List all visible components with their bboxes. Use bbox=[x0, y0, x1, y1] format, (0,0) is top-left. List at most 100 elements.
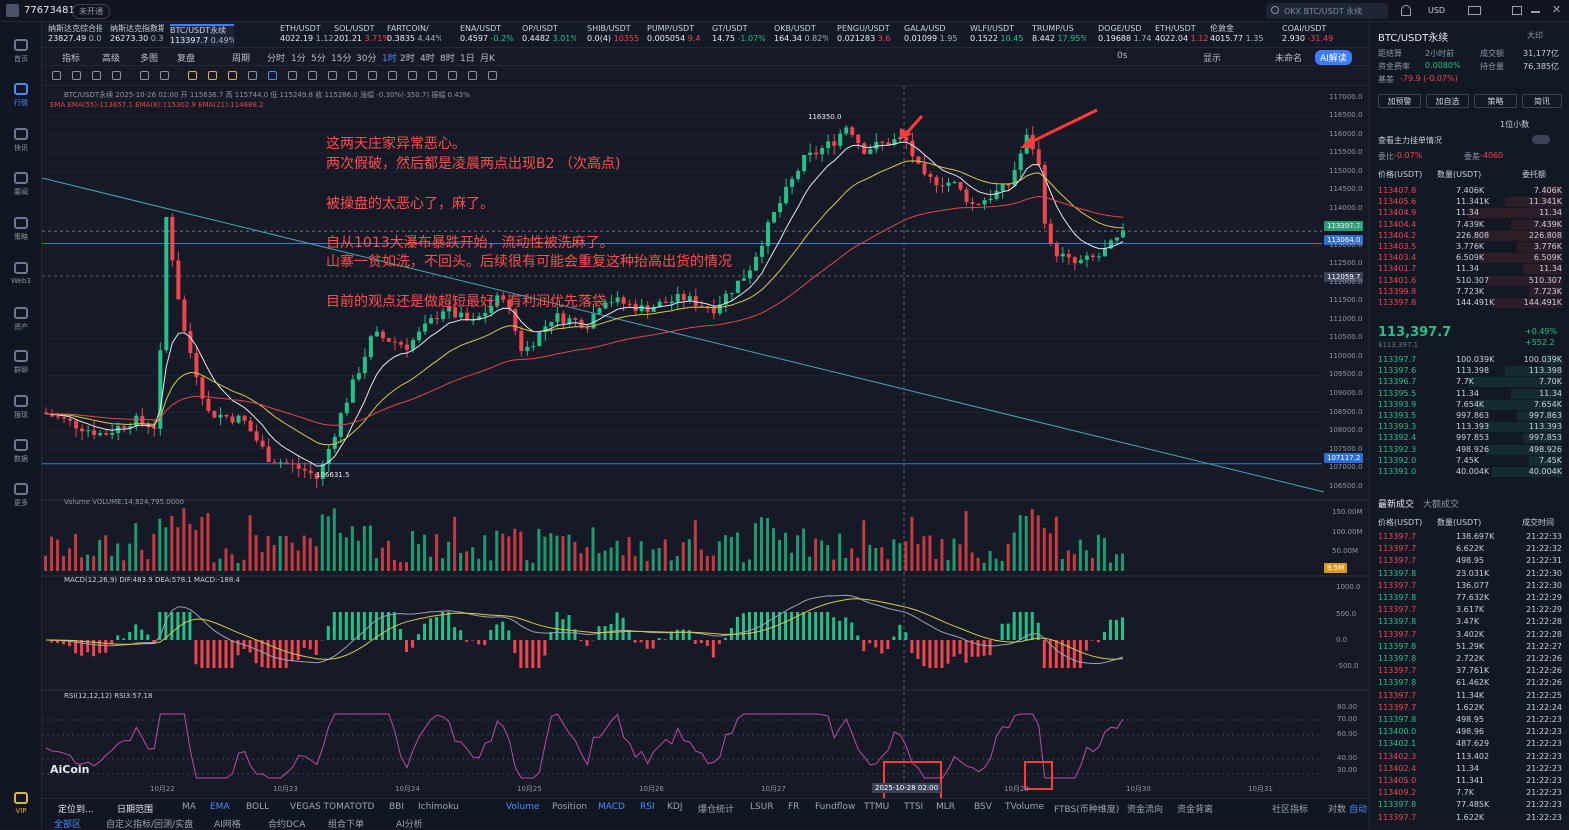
chart-area[interactable]: BTC/USDT永续 2025-10-26 02:00 开 115636.7 高… bbox=[42, 86, 1368, 798]
orderbook-row[interactable]: 113393.5997.863997.863 bbox=[1378, 411, 1562, 422]
indicator-14[interactable]: 爆仓统计 bbox=[698, 802, 734, 815]
orderbook-row[interactable]: 113395.511.3411.34 bbox=[1378, 389, 1562, 400]
ticker-10[interactable]: GT/USDT14.75 -1.07% bbox=[712, 24, 766, 46]
orderbook-row[interactable]: 113397.6113.398113.398 bbox=[1378, 366, 1562, 377]
orderbook-row[interactable]: 113392.3498.926498.926 bbox=[1378, 445, 1562, 456]
indicator-11[interactable]: MACD bbox=[598, 802, 625, 812]
hide-icon[interactable] bbox=[408, 71, 417, 80]
orderbook-row[interactable]: 113393.97.654K7.654K bbox=[1378, 400, 1562, 411]
eraser-icon[interactable] bbox=[348, 71, 357, 80]
ticker-3[interactable]: ETH/USDT4022.19 1.12 bbox=[280, 24, 334, 46]
indicator-1[interactable]: 日期范围 bbox=[117, 802, 153, 815]
undo-icon[interactable] bbox=[468, 71, 477, 80]
orderbook-row[interactable]: 113399.87.723K7.723K bbox=[1378, 287, 1562, 298]
advanced-button[interactable]: 高级 bbox=[102, 51, 120, 64]
indicator-button[interactable]: 指标 bbox=[62, 51, 80, 64]
tab-large-trades[interactable]: 大额成交 bbox=[1423, 497, 1459, 510]
ray-icon[interactable] bbox=[140, 71, 149, 80]
nav-news[interactable]: 快讯 bbox=[0, 128, 42, 153]
strategy-button[interactable]: 策略 bbox=[1474, 94, 1517, 108]
orderbook-row[interactable]: 113405.611.341K11.341K bbox=[1378, 197, 1562, 208]
interval-1m[interactable]: 1分 bbox=[291, 51, 306, 64]
close-icon[interactable]: ✕ bbox=[1552, 3, 1561, 16]
interval-2h[interactable]: 2时 bbox=[400, 51, 415, 64]
interval-month[interactable]: 月K bbox=[480, 51, 495, 64]
indicator-16[interactable]: FR bbox=[788, 802, 799, 812]
ticker-5[interactable]: FARTCOIN/0.3835 4.44% bbox=[387, 24, 441, 46]
indicator-6[interactable]: TD bbox=[362, 802, 374, 812]
bottom-tab-5[interactable]: AI分析 bbox=[396, 817, 423, 830]
orderbook-row[interactable]: 113403.53.776K3.776K bbox=[1378, 242, 1562, 253]
ticker-19[interactable]: COAI/USDT2.930 -31.49 bbox=[1282, 24, 1336, 46]
bottom-tab-2[interactable]: AI网格 bbox=[214, 817, 241, 830]
nav-strategy[interactable]: 策略 bbox=[0, 217, 42, 242]
ruler-icon[interactable] bbox=[328, 71, 337, 80]
redo-icon[interactable] bbox=[488, 71, 497, 80]
column-header[interactable]: 委托额 bbox=[1522, 169, 1546, 180]
indicator-22[interactable]: TVolume bbox=[1005, 802, 1044, 812]
ticker-4[interactable]: SOL/USDT201.21 3.71% bbox=[334, 24, 388, 46]
add-alert-button[interactable]: 加预警 bbox=[1378, 94, 1421, 108]
interval-4h[interactable]: 4时 bbox=[420, 51, 435, 64]
size-label[interactable]: 大印 bbox=[1527, 30, 1543, 41]
nav-vip[interactable]: VIP bbox=[0, 792, 42, 815]
chart-svg[interactable] bbox=[42, 86, 1368, 798]
search-input[interactable]: OKX BTC/USDT 永续 bbox=[1284, 6, 1362, 17]
column-header[interactable]: 价格(USDT) bbox=[1378, 169, 1422, 180]
indicator-9[interactable]: Volume bbox=[506, 802, 539, 812]
measure-icon[interactable] bbox=[288, 71, 297, 80]
orderbook-row[interactable]: 113403.46.509K6.509K bbox=[1378, 253, 1562, 264]
text-icon[interactable] bbox=[72, 71, 81, 80]
pencil-icon[interactable] bbox=[248, 71, 257, 80]
trend-line-icon[interactable] bbox=[52, 71, 61, 80]
indicator-8[interactable]: Ichimoku bbox=[418, 802, 459, 812]
currency-select[interactable]: USD bbox=[1428, 6, 1445, 15]
search-box[interactable]: OKX BTC/USDT 永续 bbox=[1266, 3, 1388, 19]
orderbook-row[interactable]: 113404.47.439K7.439K bbox=[1378, 220, 1562, 231]
ticker-16[interactable]: DOGE/USD0.19688 1.74 bbox=[1098, 24, 1152, 46]
indicator-23[interactable]: FTBS(币种维度) bbox=[1054, 802, 1119, 815]
brief-button[interactable]: 简讯 bbox=[1522, 94, 1562, 108]
orderbook-row[interactable]: 113393.3113.393113.393 bbox=[1378, 422, 1562, 433]
account-id[interactable]: 77673481 bbox=[24, 5, 75, 16]
indicator-5[interactable]: VEGAS TOMATO bbox=[290, 802, 362, 812]
bottom-tab-1[interactable]: 自定义指标/回测/实盘 bbox=[106, 817, 193, 830]
account-badge[interactable]: 未开通 bbox=[72, 4, 110, 19]
ticker-12[interactable]: PENGU/USDT0.021283 3.6 bbox=[837, 24, 891, 46]
mail-icon[interactable] bbox=[1468, 6, 1481, 15]
indicator-10[interactable]: Position bbox=[552, 802, 587, 812]
orderbook-row[interactable]: 113404.911.3411.34 bbox=[1378, 208, 1562, 219]
layout-name[interactable]: 未命名 bbox=[1275, 51, 1302, 64]
interval-15m[interactable]: 15分 bbox=[331, 51, 351, 64]
indicator-17[interactable]: Fundflow bbox=[815, 802, 855, 812]
replay-button[interactable]: 复盘 bbox=[177, 51, 195, 64]
interval-5m[interactable]: 5分 bbox=[311, 51, 326, 64]
brush-icon[interactable] bbox=[308, 71, 317, 80]
indicator-21[interactable]: BSV bbox=[974, 802, 992, 812]
lock-icon[interactable] bbox=[368, 71, 377, 80]
indicator-13[interactable]: KDJ bbox=[667, 802, 683, 812]
interval-1d[interactable]: 1日 bbox=[460, 51, 475, 64]
bottom-right-2[interactable]: 自动 bbox=[1349, 802, 1367, 815]
orderbook-row[interactable]: 113391.040.004K40.004K bbox=[1378, 467, 1562, 478]
indicator-19[interactable]: TTSI bbox=[904, 802, 923, 812]
interval-8h[interactable]: 8时 bbox=[440, 51, 455, 64]
mainforce-toggle[interactable] bbox=[1532, 135, 1550, 144]
interval-30m[interactable]: 30分 bbox=[356, 51, 376, 64]
ticker-2[interactable]: BTC/USDT永续113397.7 0.49% bbox=[170, 24, 234, 46]
multi-chart-button[interactable]: 多图 bbox=[140, 51, 158, 64]
filter-icon[interactable] bbox=[428, 71, 437, 80]
indicator-12[interactable]: RSI bbox=[640, 802, 655, 812]
nav-data[interactable]: 数据 bbox=[0, 439, 42, 464]
add-favorite-button[interactable]: 加自选 bbox=[1426, 94, 1469, 108]
ticker-15[interactable]: TRUMP/US8.442 17.95% bbox=[1032, 24, 1086, 46]
bottom-tab-4[interactable]: 组合下单 bbox=[328, 817, 364, 830]
big-icon[interactable] bbox=[208, 71, 217, 80]
nav-discover[interactable]: 搜现 bbox=[0, 395, 42, 420]
indicator-3[interactable]: EMA bbox=[210, 802, 230, 812]
column-header[interactable]: 价格(USDT) bbox=[1378, 517, 1422, 528]
depth-select[interactable]: 1位小数 bbox=[1500, 119, 1529, 130]
period-select[interactable]: 周期 bbox=[232, 51, 250, 64]
minimize-icon[interactable] bbox=[1531, 11, 1540, 13]
horizontal-line-icon[interactable] bbox=[112, 71, 121, 80]
